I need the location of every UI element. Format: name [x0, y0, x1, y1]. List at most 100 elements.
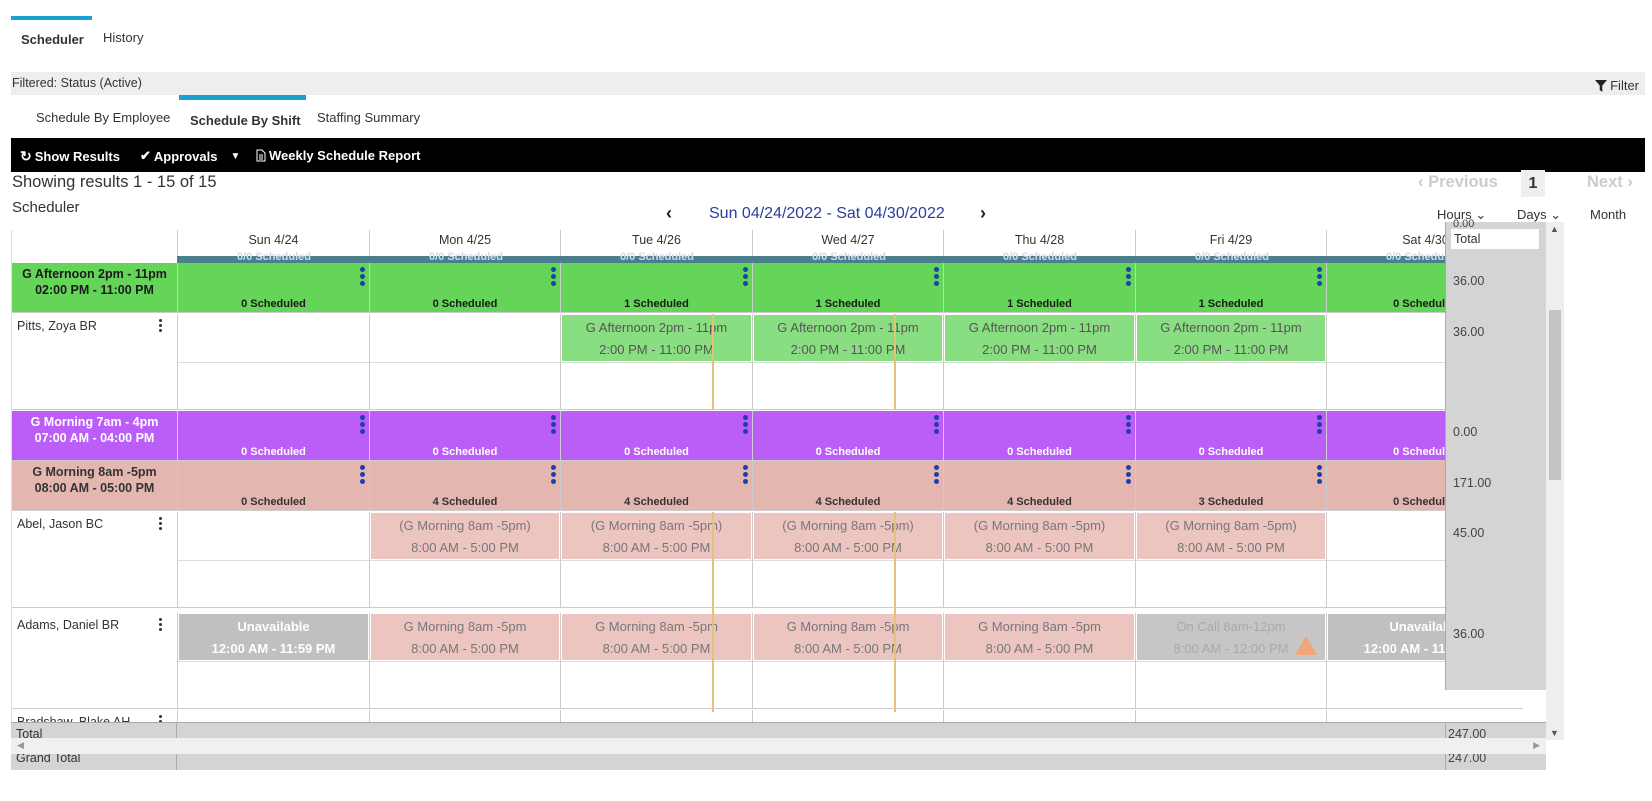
shift-day-cell[interactable]: 4 Scheduled [369, 461, 560, 510]
shift-block[interactable]: G Morning 8am -5pm 8:00 AM - 5:00 PM [754, 614, 942, 660]
shift-day-cell[interactable]: 0 Scheduled [177, 263, 369, 312]
shift-block[interactable]: On Call 8am-12pm 8:00 AM - 12:00 PM [1137, 614, 1325, 660]
employee-menu-icon[interactable] [159, 517, 162, 530]
more-options-icon[interactable] [360, 465, 365, 484]
employee-day-cell[interactable]: G Afternoon 2pm - 11pm 2:00 PM - 11:00 PM [560, 314, 752, 409]
approvals-dropdown[interactable]: ✔ Approvals ▼ [140, 148, 240, 164]
more-options-icon[interactable] [1317, 415, 1322, 434]
employee-day-cell[interactable] [1326, 710, 1523, 722]
employee-name[interactable]: Bradshaw, Blake AH [17, 715, 130, 722]
scroll-right-icon[interactable]: ▶ [1533, 740, 1540, 751]
employee-day-cell[interactable] [943, 710, 1135, 722]
employee-day-cell[interactable] [752, 710, 943, 722]
shift-day-cell[interactable]: 0 Scheduled [369, 263, 560, 312]
employee-day-cell[interactable] [369, 314, 560, 409]
tab-schedule-by-employee[interactable]: Schedule By Employee [36, 110, 170, 125]
scroll-down-icon[interactable]: ▼ [1550, 728, 1559, 738]
shift-day-cell[interactable]: 0 Scheduled [177, 411, 369, 460]
employee-day-cell[interactable]: G Afternoon 2pm - 11pm 2:00 PM - 11:00 PM [943, 314, 1135, 409]
more-options-icon[interactable] [934, 465, 939, 484]
shift-day-cell[interactable]: 4 Scheduled [943, 461, 1135, 510]
scroll-up-icon[interactable]: ▲ [1550, 224, 1559, 234]
shift-block[interactable]: (G Morning 8am -5pm) 8:00 AM - 5:00 PM [754, 513, 942, 559]
shift-day-cell[interactable]: 0 Scheduled [752, 411, 943, 460]
employee-day-cell[interactable] [177, 710, 369, 722]
shift-day-cell[interactable]: 0 Scheduled [369, 411, 560, 460]
shift-day-cell[interactable]: 4 Scheduled [752, 461, 943, 510]
shift-day-cell[interactable]: 4 Scheduled [560, 461, 752, 510]
employee-day-cell[interactable]: Unavailable 12:00 AM - 11:59 PM [177, 613, 369, 708]
shift-day-cell[interactable]: 1 Scheduled [1135, 263, 1326, 312]
shift-block[interactable]: G Afternoon 2pm - 11pm 2:00 PM - 11:00 PM [945, 315, 1134, 361]
shift-day-cell[interactable]: 1 Scheduled [943, 263, 1135, 312]
more-options-icon[interactable] [743, 465, 748, 484]
filter-button[interactable]: Filter [1595, 78, 1639, 93]
employee-day-cell[interactable]: G Morning 8am -5pm 8:00 AM - 5:00 PM [369, 613, 560, 708]
employee-day-cell[interactable]: G Morning 8am -5pm 8:00 AM - 5:00 PM [560, 613, 752, 708]
more-options-icon[interactable] [1317, 465, 1322, 484]
employee-name[interactable]: Adams, Daniel BR [17, 618, 119, 632]
employee-day-cell[interactable]: G Afternoon 2pm - 11pm 2:00 PM - 11:00 PM [1135, 314, 1326, 409]
employee-day-cell[interactable]: (G Morning 8am -5pm) 8:00 AM - 5:00 PM [369, 512, 560, 607]
more-options-icon[interactable] [934, 267, 939, 286]
employee-menu-icon[interactable] [159, 319, 162, 332]
next-week-arrow[interactable]: › [980, 203, 986, 224]
employee-day-cell[interactable]: (G Morning 8am -5pm) 8:00 AM - 5:00 PM [752, 512, 943, 607]
prev-week-arrow[interactable]: ‹ [666, 203, 672, 224]
employee-menu-icon[interactable] [159, 618, 162, 631]
tab-scheduler[interactable]: Scheduler [21, 32, 84, 47]
employee-day-cell[interactable] [560, 710, 752, 722]
warning-icon[interactable] [1295, 636, 1317, 655]
tab-history[interactable]: History [103, 30, 143, 45]
employee-day-cell[interactable]: (G Morning 8am -5pm) 8:00 AM - 5:00 PM [1135, 512, 1326, 607]
shift-block[interactable]: G Morning 8am -5pm 8:00 AM - 5:00 PM [945, 614, 1134, 660]
employee-day-cell[interactable]: (G Morning 8am -5pm) 8:00 AM - 5:00 PM [943, 512, 1135, 607]
shift-block[interactable]: (G Morning 8am -5pm) 8:00 AM - 5:00 PM [562, 513, 751, 559]
more-options-icon[interactable] [360, 415, 365, 434]
employee-day-cell[interactable] [1135, 710, 1326, 722]
shift-day-cell[interactable]: 1 Scheduled [560, 263, 752, 312]
employee-day-cell[interactable]: (G Morning 8am -5pm) 8:00 AM - 5:00 PM [560, 512, 752, 607]
shift-block[interactable]: G Morning 8am -5pm 8:00 AM - 5:00 PM [562, 614, 751, 660]
employee-menu-icon[interactable] [159, 715, 162, 722]
employee-day-cell[interactable]: G Morning 8am -5pm 8:00 AM - 5:00 PM [752, 613, 943, 708]
page-number[interactable]: 1 [1521, 170, 1545, 197]
more-options-icon[interactable] [743, 267, 748, 286]
vertical-scrollbar[interactable]: ▲ ▼ [1546, 222, 1564, 740]
more-options-icon[interactable] [360, 267, 365, 286]
scrollbar-thumb[interactable] [1549, 310, 1561, 480]
shift-block[interactable]: G Afternoon 2pm - 11pm 2:00 PM - 11:00 PM [754, 315, 942, 361]
more-options-icon[interactable] [743, 415, 748, 434]
more-options-icon[interactable] [1126, 267, 1131, 286]
more-options-icon[interactable] [1126, 415, 1131, 434]
employee-day-cell[interactable] [177, 314, 369, 409]
horizontal-scrollbar[interactable]: ◀ ▶ [11, 738, 1546, 754]
employee-day-cell[interactable] [177, 512, 369, 607]
shift-block[interactable]: (G Morning 8am -5pm) 8:00 AM - 5:00 PM [371, 513, 559, 559]
shift-block[interactable]: Unavailable 12:00 AM - 11:59 PM [179, 614, 368, 660]
employee-day-cell[interactable]: G Morning 8am -5pm 8:00 AM - 5:00 PM [943, 613, 1135, 708]
shift-day-cell[interactable]: 0 Scheduled [177, 461, 369, 510]
more-options-icon[interactable] [1126, 465, 1131, 484]
scroll-left-icon[interactable]: ◀ [17, 740, 24, 751]
employee-day-cell[interactable]: G Afternoon 2pm - 11pm 2:00 PM - 11:00 PM [752, 314, 943, 409]
month-button[interactable]: Month [1590, 207, 1626, 222]
employee-day-cell[interactable] [369, 710, 560, 722]
shift-day-cell[interactable]: 3 Scheduled [1135, 461, 1326, 510]
shift-block[interactable]: (G Morning 8am -5pm) 8:00 AM - 5:00 PM [945, 513, 1134, 559]
shift-block[interactable]: (G Morning 8am -5pm) 8:00 AM - 5:00 PM [1137, 513, 1325, 559]
employee-name[interactable]: Pitts, Zoya BR [17, 319, 97, 333]
days-dropdown[interactable]: Days ⌄ [1517, 207, 1561, 223]
next-page-button[interactable]: Next › [1587, 173, 1633, 192]
previous-page-button[interactable]: ‹ Previous [1418, 173, 1498, 192]
shift-day-cell[interactable]: 1 Scheduled [752, 263, 943, 312]
shift-block[interactable]: G Afternoon 2pm - 11pm 2:00 PM - 11:00 PM [1137, 315, 1325, 361]
more-options-icon[interactable] [1317, 267, 1322, 286]
tab-staffing-summary[interactable]: Staffing Summary [317, 110, 420, 125]
shift-block[interactable]: G Morning 8am -5pm 8:00 AM - 5:00 PM [371, 614, 559, 660]
shift-day-cell[interactable]: 0 Scheduled [560, 411, 752, 460]
more-options-icon[interactable] [551, 465, 556, 484]
tab-schedule-by-shift[interactable]: Schedule By Shift [190, 113, 301, 128]
more-options-icon[interactable] [551, 267, 556, 286]
show-results-button[interactable]: ↻ Show Results [20, 148, 120, 165]
